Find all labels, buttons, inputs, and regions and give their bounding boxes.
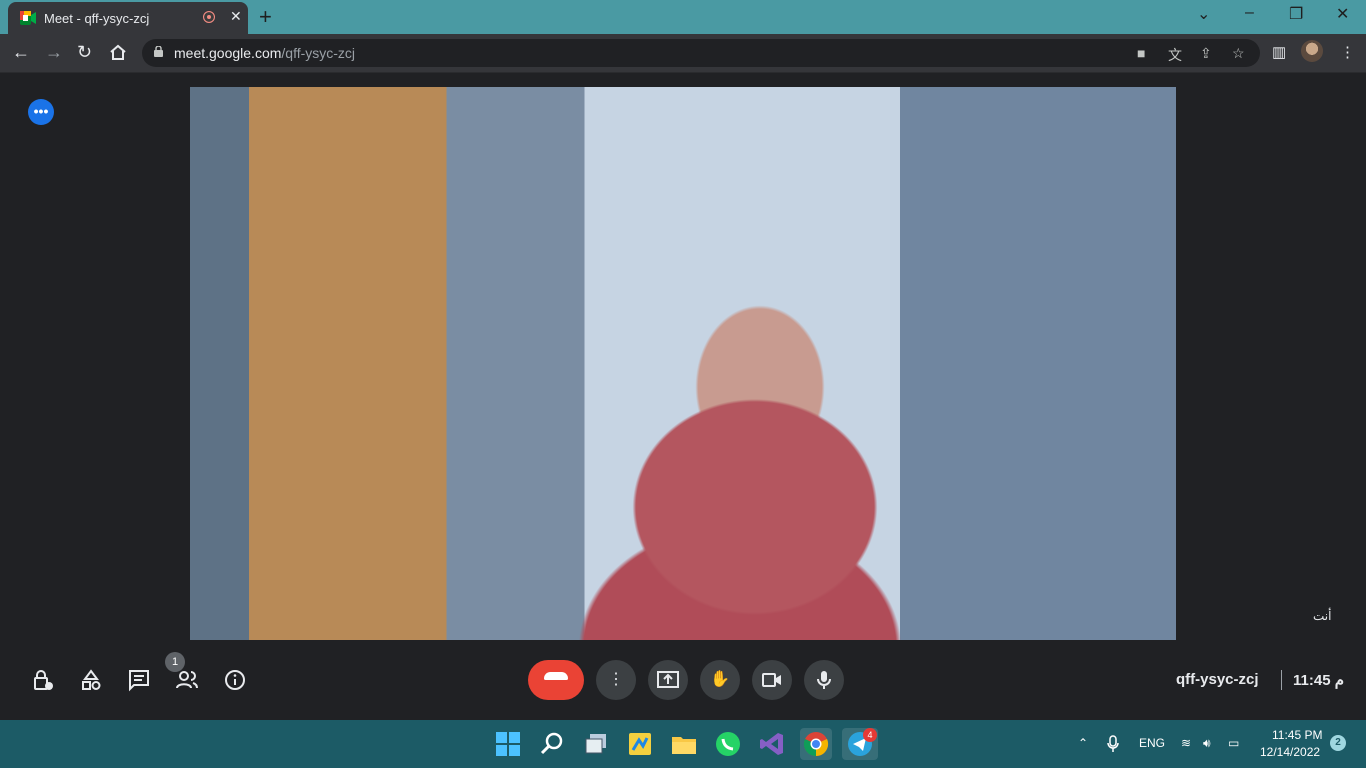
wifi-icon[interactable]: ≋ [1181,736,1191,750]
people-icon[interactable] [175,668,199,692]
self-video-tile [190,87,1176,640]
camera-in-use-icon[interactable]: ■ [1137,45,1145,61]
time-suffix: م [1334,672,1345,689]
volume-icon[interactable]: 🔊︎ [1203,736,1211,751]
minimize-icon[interactable]: – [1245,4,1254,22]
chrome-menu-icon[interactable]: ⋮ [1340,43,1355,61]
meeting-time: م 11:45 [1293,671,1344,689]
more-options-button[interactable]: ⋮ [596,660,636,700]
whatsapp-icon[interactable] [714,730,742,758]
browser-titlebar: Meet - qff-ysyc-zcj ✕ + ⌄ – ❐ ✕ [0,0,1366,34]
telegram-badge: 4 [863,728,877,742]
chat-icon[interactable] [127,668,151,692]
input-language[interactable]: ENG [1139,736,1165,750]
more-vert-icon: ⋮ [608,671,624,688]
recording-indicator-icon [203,11,215,23]
url-host: meet.google.com [174,45,282,61]
raise-hand-button[interactable]: ✋ [700,660,740,700]
side-panel-icon[interactable]: ▥ [1272,43,1286,61]
microphone-tray-icon[interactable] [1107,735,1119,753]
microphone-toggle-button[interactable] [804,660,844,700]
chrome-icon [803,732,829,757]
visual-studio-icon[interactable] [758,730,786,758]
mic-icon [817,671,831,689]
close-window-icon[interactable]: ✕ [1336,4,1349,24]
tab-search-chevron-icon[interactable]: ⌄ [1197,4,1210,24]
share-icon[interactable]: ⇪ [1200,45,1212,62]
browser-tab-meet[interactable]: Meet - qff-ysyc-zcj ✕ [8,2,248,34]
more-options-icon[interactable]: ••• [28,99,54,125]
back-icon[interactable]: ← [12,42,30,63]
present-icon [657,671,679,688]
restore-icon[interactable]: ❐ [1289,4,1303,24]
browser-toolbar: ← → ↻ meet.google.com/qff-ysyc-zcj ■ 文 ⇪… [0,34,1366,73]
battery-icon[interactable]: ▭ [1228,736,1239,750]
chrome-taskbar-button[interactable] [800,728,832,760]
translate-icon[interactable]: 文 [1168,45,1182,65]
url-text: meet.google.com/qff-ysyc-zcj [174,45,355,61]
meeting-code: qff-ysyc-zcj [1176,671,1259,688]
notification-count-badge[interactable]: 2 [1330,735,1346,751]
divider [1281,670,1282,690]
meeting-details-icon[interactable] [223,668,247,692]
windows-taskbar: 4 ⌃ ENG ≋ 🔊︎ ▭ 11:45 PM 12/14/2022 2 [0,720,1366,768]
reload-icon[interactable]: ↻ [77,42,92,63]
app-icon[interactable] [626,730,654,758]
camera-toggle-button[interactable] [752,660,792,700]
hand-icon: ✋ [710,671,730,688]
activities-icon[interactable] [79,668,103,692]
leave-call-button[interactable] [528,660,584,700]
task-view-icon[interactable] [582,730,610,758]
new-tab-button[interactable]: + [259,4,272,30]
file-explorer-icon[interactable] [670,730,698,758]
forward-icon[interactable]: → [45,42,63,63]
lock-icon[interactable] [154,46,163,57]
tab-title: Meet - qff-ysyc-zcj [44,11,150,26]
windows-start-icon[interactable] [494,730,522,758]
time-value: 11:45 [1293,672,1331,689]
address-bar[interactable]: meet.google.com/qff-ysyc-zcj ■ 文 ⇪ ☆ [142,39,1260,67]
google-meet-icon [20,11,36,25]
bookmark-star-icon[interactable]: ☆ [1232,45,1245,62]
present-screen-button[interactable] [648,660,688,700]
taskbar-clock-time[interactable]: 11:45 PM [1272,728,1322,742]
hangup-icon [544,672,568,680]
show-hidden-icons-chevron-icon[interactable]: ⌃ [1078,736,1088,750]
profile-avatar[interactable] [1301,40,1323,62]
self-name-label: أنت [1313,609,1332,623]
participant-count-badge: 1 [165,652,185,672]
search-icon[interactable] [538,730,566,758]
home-icon[interactable] [109,44,127,61]
tab-close-icon[interactable]: ✕ [230,8,242,25]
taskbar-clock-date[interactable]: 12/14/2022 [1260,745,1320,759]
url-path: /qff-ysyc-zcj [281,45,356,61]
host-controls-icon[interactable] [31,668,55,692]
videocam-icon [762,673,781,687]
